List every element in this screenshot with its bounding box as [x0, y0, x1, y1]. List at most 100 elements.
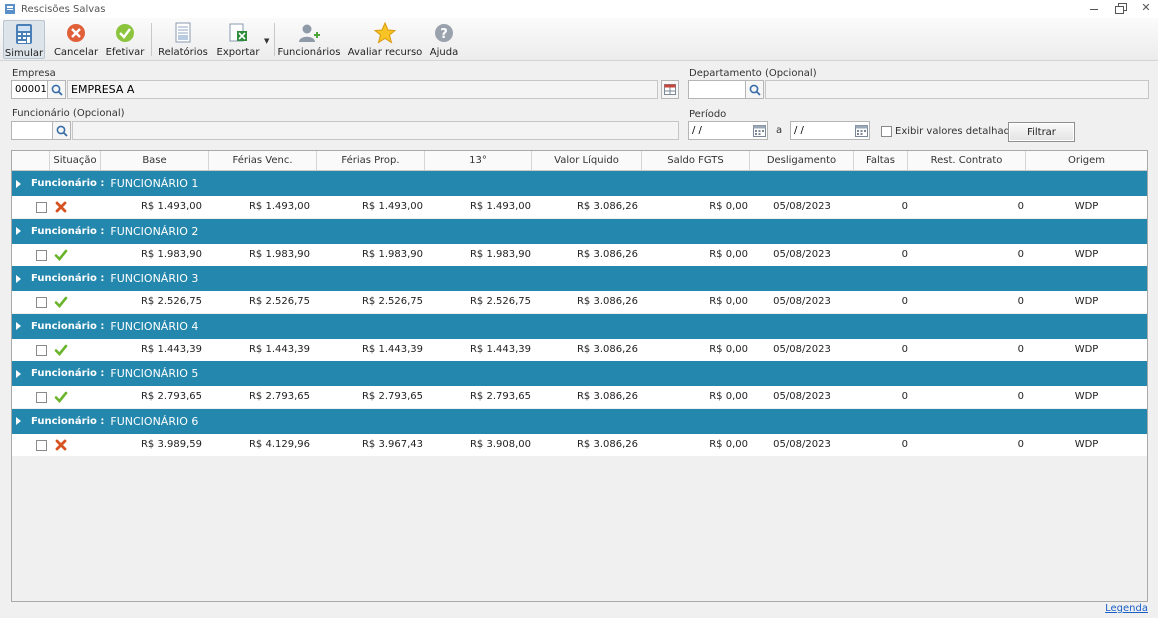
funcionarios-button[interactable]: Funcionários: [277, 20, 341, 59]
table-row[interactable]: R$ 1.983,90 R$ 1.983,90 R$ 1.983,90 R$ 1.98…: [12, 243, 1147, 266]
cell-desligamento: 05/08/2023: [773, 438, 831, 450]
expand-arrow-icon[interactable]: [16, 369, 21, 378]
filtrar-button[interactable]: Filtrar: [1008, 122, 1075, 142]
header-saldo-fgts[interactable]: Saldo FGTS: [642, 151, 750, 170]
cell-faltas: 0: [901, 201, 908, 212]
expand-arrow-icon[interactable]: [16, 322, 21, 330]
cell-origem: WDP: [1074, 438, 1099, 450]
group-row[interactable]: Funcionário : FUNCIONÁRIO 3: [12, 266, 1147, 291]
legenda-link[interactable]: Legenda: [1105, 603, 1148, 614]
minimize-button[interactable]: [1088, 2, 1100, 14]
row-select-checkbox[interactable]: [36, 392, 47, 403]
app-icon: [5, 4, 15, 14]
cancelar-button[interactable]: Cancelar: [53, 20, 99, 59]
cell-rest-contrato: 0: [1017, 391, 1024, 402]
expand-arrow-icon[interactable]: [16, 274, 21, 283]
cell-ferias-venc: R$ 4.129,96: [248, 438, 310, 450]
cell-origem: WDP: [1074, 343, 1099, 355]
expand-arrow-icon[interactable]: [16, 417, 21, 425]
expand-arrow-icon[interactable]: [16, 227, 21, 235]
restore-button[interactable]: [1114, 2, 1127, 14]
exibir-detalhados-checkbox[interactable]: [881, 126, 892, 137]
row-select-checkbox[interactable]: [36, 297, 47, 308]
header-ferias-prop[interactable]: Férias Prop.: [317, 151, 425, 170]
calendar-icon: [752, 124, 766, 137]
empresa-label: Empresa: [12, 68, 56, 79]
group-row[interactable]: Funcionário : FUNCIONÁRIO 5: [12, 361, 1147, 386]
table-row[interactable]: R$ 1.443,39 R$ 1.443,39 R$ 1.443,39 R$ 1.44…: [12, 338, 1147, 361]
empresa-search-button[interactable]: [47, 80, 66, 99]
group-row[interactable]: Funcionário : FUNCIONÁRIO 6: [12, 408, 1147, 434]
periodo-label: Período: [689, 109, 727, 120]
row-select-checkbox[interactable]: [36, 249, 47, 261]
help-icon: ?: [433, 22, 455, 44]
group-employee-name: FUNCIONÁRIO 3: [110, 272, 199, 285]
header-13[interactable]: 13°: [425, 151, 532, 170]
relatorios-button[interactable]: Relatórios: [158, 20, 208, 59]
cell-ferias-prop: R$ 2.526,75: [361, 296, 423, 307]
cell-13: R$ 2.526,75: [469, 296, 531, 307]
avaliar-recurso-button[interactable]: Avaliar recurso: [348, 20, 422, 59]
row-select-checkbox[interactable]: [36, 439, 47, 451]
header-rest-contrato[interactable]: Rest. Contrato: [908, 151, 1026, 170]
group-employee-name: FUNCIONÁRIO 6: [110, 414, 199, 428]
periodo-de-calendar-button[interactable]: [751, 123, 767, 138]
group-row[interactable]: Funcionário : FUNCIONÁRIO 2: [12, 218, 1147, 244]
group-row[interactable]: Funcionário : FUNCIONÁRIO 1: [12, 171, 1147, 196]
efetivar-label: Efetivar: [105, 47, 145, 58]
group-row[interactable]: Funcionário : FUNCIONÁRIO 4: [12, 313, 1147, 339]
cell-saldo-fgts: R$ 0,00: [709, 343, 748, 355]
departamento-search-button[interactable]: [745, 80, 764, 99]
cell-saldo-fgts: R$ 0,00: [709, 296, 748, 307]
exportar-button[interactable]: Exportar: [216, 20, 260, 59]
cell-ferias-venc: R$ 1.983,90: [248, 248, 310, 260]
efetivar-button[interactable]: Efetivar: [105, 20, 145, 59]
check-circle-icon: [114, 22, 136, 44]
group-label: Funcionário :: [31, 415, 105, 427]
expand-arrow-icon[interactable]: [16, 179, 21, 188]
exportar-dropdown-icon[interactable]: ▼: [264, 37, 269, 45]
periodo-ate-calendar-button[interactable]: [853, 123, 869, 138]
check-icon: [54, 249, 68, 261]
table-row[interactable]: R$ 2.526,75 R$ 2.526,75 R$ 2.526,75 R$ 2.52…: [12, 291, 1147, 313]
cancelar-label: Cancelar: [53, 47, 99, 58]
table-row[interactable]: R$ 3.989,59 R$ 4.129,96 R$ 3.967,43 R$ 3.90…: [12, 433, 1147, 456]
funcionario-code-field[interactable]: [11, 121, 53, 140]
cell-desligamento: 05/08/2023: [773, 296, 831, 307]
check-icon: [54, 344, 68, 356]
row-select-checkbox[interactable]: [36, 344, 47, 356]
cell-rest-contrato: 0: [1017, 296, 1024, 307]
header-valor-liquido[interactable]: Valor Líquido: [532, 151, 642, 170]
departamento-code-field[interactable]: [688, 80, 746, 99]
cell-saldo-fgts: R$ 0,00: [709, 248, 748, 260]
svg-text:?: ?: [440, 27, 448, 42]
cell-faltas: 0: [901, 391, 908, 402]
cell-faltas: 0: [901, 438, 908, 450]
header-situacao[interactable]: Situação: [50, 151, 101, 170]
cell-faltas: 0: [901, 248, 908, 260]
empresa-details-button[interactable]: [661, 80, 679, 99]
group-employee-name: FUNCIONÁRIO 1: [110, 177, 199, 190]
close-button[interactable]: ✕: [1140, 2, 1152, 14]
empresa-code-field[interactable]: 00001: [11, 80, 48, 99]
window-title: Rescisões Salvas: [21, 3, 106, 15]
header-origem[interactable]: Origem: [1026, 151, 1147, 170]
cell-ferias-venc: R$ 2.526,75: [248, 296, 310, 307]
header-faltas[interactable]: Faltas: [854, 151, 908, 170]
cell-ferias-prop: R$ 1.443,39: [361, 343, 423, 355]
table-row[interactable]: R$ 1.493,00 R$ 1.493,00 R$ 1.493,00 R$ 1.49…: [12, 196, 1147, 218]
ajuda-button[interactable]: ? Ajuda: [428, 20, 460, 59]
cell-saldo-fgts: R$ 0,00: [709, 201, 748, 212]
header-ferias-venc[interactable]: Férias Venc.: [209, 151, 317, 170]
table-row[interactable]: R$ 2.793,65 R$ 2.793,65 R$ 2.793,65 R$ 2.79…: [12, 386, 1147, 408]
row-select-checkbox[interactable]: [36, 202, 47, 213]
grid-header: Situação Base Férias Venc. Férias Prop. …: [12, 151, 1147, 171]
funcionario-label: Funcionário (Opcional): [12, 108, 125, 119]
header-desligamento[interactable]: Desligamento: [750, 151, 854, 170]
funcionarios-label: Funcionários: [277, 47, 341, 58]
simular-button[interactable]: Simular: [3, 20, 45, 59]
cell-desligamento: 05/08/2023: [773, 248, 831, 260]
cell-desligamento: 05/08/2023: [773, 343, 831, 355]
funcionario-search-button[interactable]: [52, 121, 71, 140]
header-base[interactable]: Base: [101, 151, 209, 170]
